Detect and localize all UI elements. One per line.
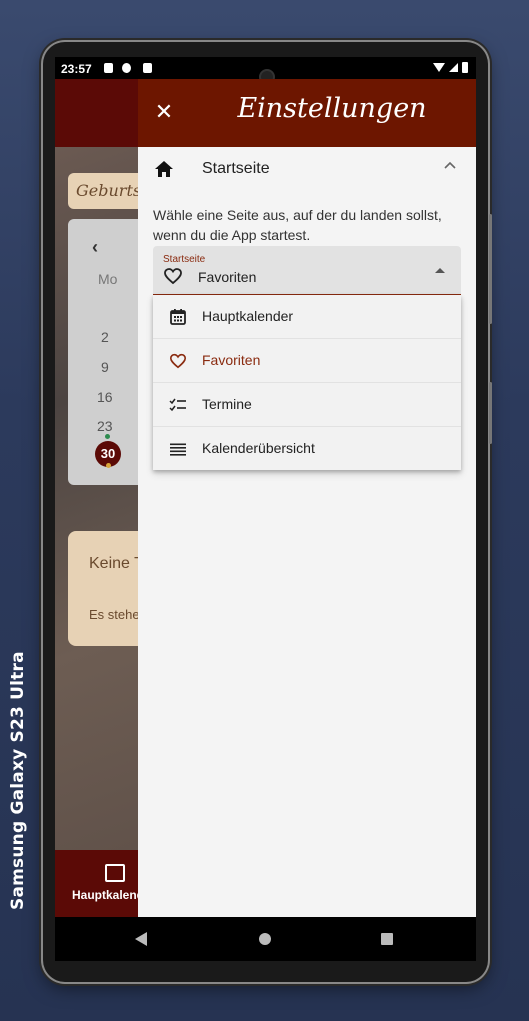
close-icon[interactable]: ✕ [150,98,178,126]
screen: Geburtst ‹ Mo 2 9 16 23 30 Keine T Es st… [55,57,476,961]
notification-icon [143,63,152,73]
select-value: Favoriten [198,269,257,285]
calendar-day: 23 [97,418,113,434]
wifi-icon [433,63,445,72]
calendar-day: 9 [101,359,109,375]
back-icon[interactable] [135,932,147,946]
section-startseite-header[interactable]: Startseite [138,147,476,191]
volume-button [489,214,492,324]
menu-item-favoriten[interactable]: Favoriten [153,339,461,383]
chevron-up-icon[interactable] [441,157,459,175]
signal-icon [449,63,458,72]
system-nav-bar [55,917,476,961]
calendar-icon [170,309,186,325]
recents-icon[interactable] [381,933,393,945]
status-bar: 23:57 [55,57,476,85]
event-dot [106,463,111,468]
menu-item-label: Hauptkalender [202,308,294,324]
menu-item-termine[interactable]: Termine [153,383,461,427]
chevron-left-icon: ‹ [92,237,98,257]
notification-icon [122,63,131,73]
settings-header: ✕ Einstellungen [138,79,476,147]
startseite-select[interactable]: Startseite Favoriten [153,246,461,296]
home-icon [155,161,173,177]
dropdown-caret-icon [435,268,445,273]
card-title: Keine T [89,555,144,572]
calendar-icon [105,864,125,882]
section-description: Wähle eine Seite aus, auf der du landen … [153,207,442,243]
menu-item-label: Kalenderübersicht [202,440,315,456]
event-dot [105,434,110,439]
section-title: Startseite [202,160,270,177]
battery-icon [462,62,468,73]
checklist-icon [169,398,186,412]
calendar-day: 16 [97,389,113,405]
home-button-icon[interactable] [259,933,271,945]
list-icon [170,443,186,456]
settings-panel: ✕ Einstellungen Startseite Wähle eine Se… [138,79,476,917]
heart-icon [169,353,187,369]
status-icons [433,62,468,73]
power-button [489,382,492,444]
heart-icon [164,268,182,285]
card-subtitle: Es stehe [89,607,140,622]
startseite-dropdown-menu: Hauptkalender Favoriten Termine Kalender… [153,295,461,470]
device-label: Samsung Galaxy S23 Ultra [8,651,28,910]
menu-item-label: Termine [202,396,252,412]
menu-item-label: Favoriten [202,352,261,368]
select-label: Startseite [163,254,206,265]
weekday-label: Mo [98,271,118,287]
settings-title: Einstellungen [237,93,427,124]
menu-item-kalenderuebersicht[interactable]: Kalenderübersicht [153,427,461,470]
notification-icon [104,63,113,73]
status-time: 23:57 [61,62,92,76]
calendar-day: 2 [101,329,109,345]
menu-item-hauptkalender[interactable]: Hauptkalender [153,295,461,339]
bottom-nav-label: Hauptkalend [72,888,145,902]
